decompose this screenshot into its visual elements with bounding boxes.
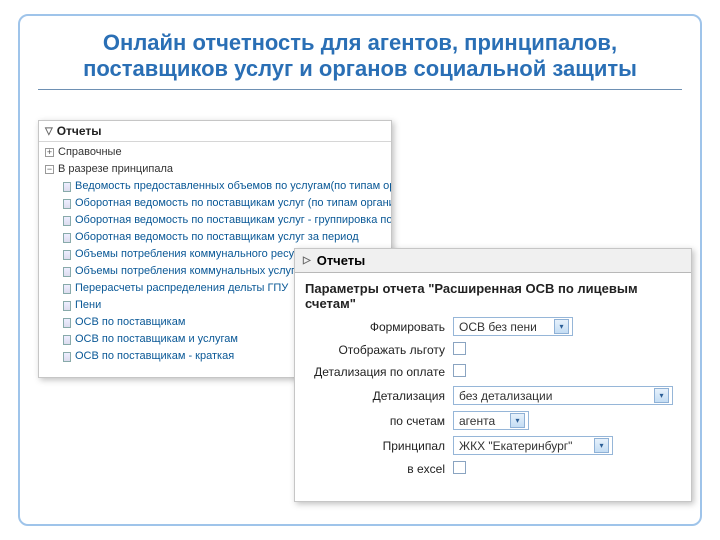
select-by-accounts[interactable]: агента ▾	[453, 411, 529, 430]
select-detail[interactable]: без детализации ▾	[453, 386, 673, 405]
report-params-title: Параметры отчета "Расширенная ОСВ по лиц…	[295, 273, 691, 315]
tree-item-label: Пени	[75, 298, 101, 313]
chevron-down-icon[interactable]: ▾	[510, 413, 525, 428]
tree-item-label: Перерасчеты распределения дельты ГПУ	[75, 281, 288, 296]
tree-item-label: Оборотная ведомость по поставщикам услуг…	[75, 230, 359, 245]
document-icon	[63, 233, 71, 243]
report-params-form: Формировать ОСВ без пени ▾ Отображать ль…	[295, 315, 691, 479]
document-icon	[63, 199, 71, 209]
label-by-accounts: по счетам	[307, 414, 445, 428]
checkbox-detail-pay[interactable]	[453, 364, 466, 377]
checkbox-excel[interactable]	[453, 461, 466, 474]
select-by-accounts-value: агента	[457, 414, 510, 428]
document-icon	[63, 284, 71, 294]
chevron-down-icon[interactable]: ▾	[594, 438, 609, 453]
tree-item-label: Оборотная ведомость по поставщикам услуг…	[75, 196, 391, 211]
tree-cat-label: В разрезе принципала	[58, 162, 173, 177]
label-excel: в excel	[307, 462, 445, 476]
tree-item[interactable]: Ведомость предоставленных объемов по усл…	[39, 178, 391, 195]
chevron-down-icon: ▽	[45, 126, 53, 137]
tree-item[interactable]: Оборотная ведомость по поставщикам услуг…	[39, 195, 391, 212]
tree-cat-label: Справочные	[58, 145, 122, 160]
slide-title: Онлайн отчетность для агентов, принципал…	[48, 30, 672, 83]
label-form: Формировать	[307, 320, 445, 334]
document-icon	[63, 318, 71, 328]
report-params-header-title: Отчеты	[317, 253, 366, 268]
chevron-right-icon: ▷	[303, 255, 311, 266]
tree-item-label: Оборотная ведомость по поставщикам услуг…	[75, 213, 391, 228]
tree-item[interactable]: Оборотная ведомость по поставщикам услуг…	[39, 212, 391, 229]
document-icon	[63, 301, 71, 311]
label-principal: Принципал	[307, 439, 445, 453]
chevron-down-icon[interactable]: ▾	[554, 319, 569, 334]
document-icon	[63, 335, 71, 345]
report-params-panel: ▷ Отчеты Параметры отчета "Расширенная О…	[294, 248, 692, 502]
select-principal[interactable]: ЖКХ "Екатеринбург" ▾	[453, 436, 613, 455]
tree-item-label: ОСВ по поставщикам - краткая	[75, 349, 234, 364]
select-form[interactable]: ОСВ без пени ▾	[453, 317, 573, 336]
tree-item-label: ОСВ по поставщикам	[75, 315, 185, 330]
slide-rule	[38, 89, 682, 90]
document-icon	[63, 250, 71, 260]
tree-item-label: Ведомость предоставленных объемов по усл…	[75, 179, 391, 194]
select-principal-value: ЖКХ "Екатеринбург"	[457, 439, 594, 453]
chevron-down-icon[interactable]: ▾	[654, 388, 669, 403]
label-detail: Детализация	[307, 389, 445, 403]
collapse-icon[interactable]: −	[45, 165, 54, 174]
document-icon	[63, 352, 71, 362]
report-params-header[interactable]: ▷ Отчеты	[295, 249, 691, 273]
reports-tree-title: Отчеты	[57, 124, 102, 138]
slide-frame: Онлайн отчетность для агентов, принципал…	[18, 14, 702, 526]
label-detail-pay: Детализация по оплате	[307, 365, 445, 379]
tree-cat-principal[interactable]: − В разрезе принципала	[39, 161, 391, 178]
tree-item-label: ОСВ по поставщикам и услугам	[75, 332, 238, 347]
label-show-lgota: Отображать льготу	[307, 343, 445, 357]
tree-cat-ref[interactable]: + Справочные	[39, 144, 391, 161]
document-icon	[63, 216, 71, 226]
document-icon	[63, 182, 71, 192]
checkbox-show-lgota[interactable]	[453, 342, 466, 355]
document-icon	[63, 267, 71, 277]
tree-item[interactable]: Оборотная ведомость по поставщикам услуг…	[39, 229, 391, 246]
select-detail-value: без детализации	[457, 389, 654, 403]
reports-tree-header[interactable]: ▽ Отчеты	[39, 121, 391, 142]
select-form-value: ОСВ без пени	[457, 320, 554, 334]
expand-icon[interactable]: +	[45, 148, 54, 157]
